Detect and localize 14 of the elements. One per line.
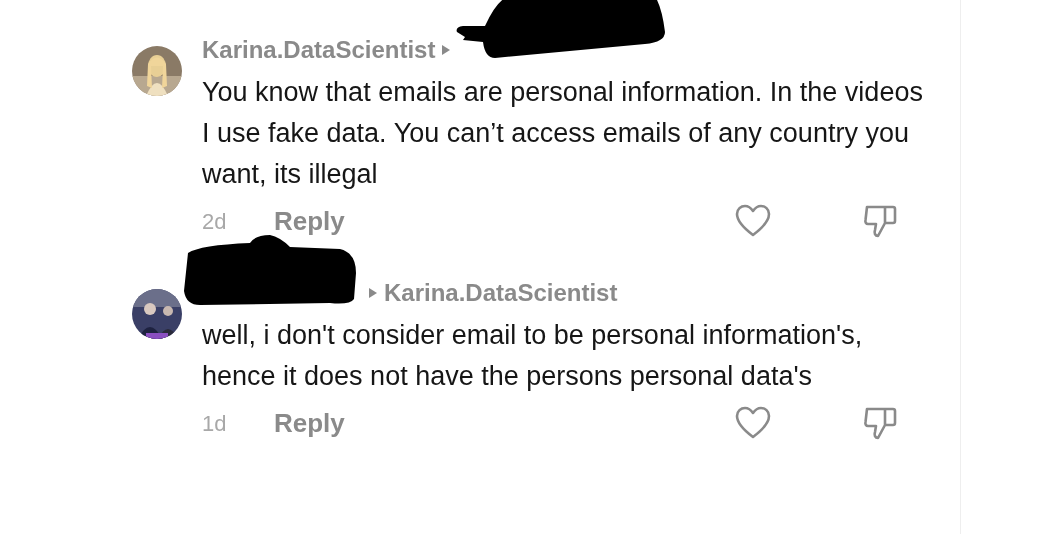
reply-to-username[interactable]: Karina.DataScientist [384,275,618,311]
reply-arrow-icon [368,287,378,299]
thumbs-down-icon[interactable] [863,203,897,239]
comment-text: well, i don't consider email to be personal information's, hence it does not have the persons personal data's [202,319,864,393]
reply-button[interactable]: Reply [274,403,345,443]
comment-text: You know that emails are personal information. In the videos I use fake data. You can’t access emails of any country you want, its illegal [202,76,924,191]
thumbs-down-icon[interactable] [863,405,897,441]
comment-age: 2d [202,207,228,236]
heart-icon[interactable] [735,204,771,238]
heart-icon[interactable] [735,406,771,440]
comment-age: 1d [202,409,228,438]
reply-button[interactable]: Reply [274,201,345,241]
reply-arrow-icon [441,44,452,56]
username[interactable]: Karina.DataScientist [202,32,436,68]
